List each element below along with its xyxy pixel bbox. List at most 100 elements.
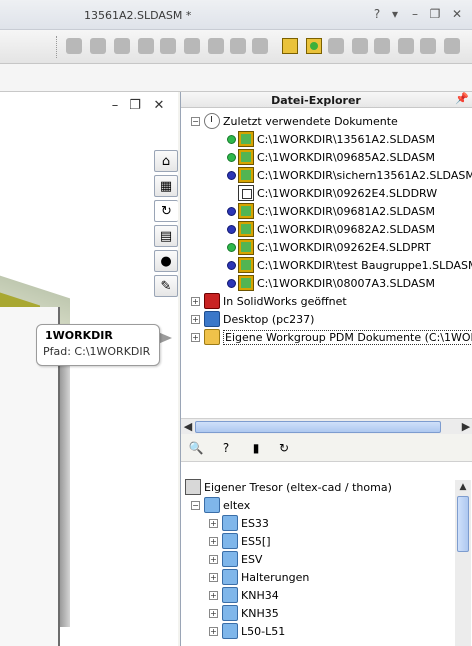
vertical-scrollbar[interactable]: ▲ — [455, 480, 471, 646]
vault-folder-item[interactable]: + KNH35 — [209, 604, 279, 622]
restore-icon[interactable]: ❐ — [428, 7, 442, 21]
recent-document-item[interactable]: C:\1WORKDIR\09685A2.SLDASM — [227, 148, 435, 166]
close-icon[interactable]: ✕ — [450, 7, 464, 21]
new-motion-study-icon[interactable] — [252, 38, 268, 54]
explode-line-sketch-icon[interactable] — [328, 38, 344, 54]
vault-folder-item[interactable]: + ES5[] — [209, 532, 271, 550]
tab-solidworks-resources[interactable]: ⌂ — [154, 150, 178, 172]
task-pane-tabs: ⌂ ▦ ↻ ▤ ● ✎ — [154, 150, 178, 300]
vault-folder-label: ES5[] — [241, 534, 271, 548]
viewport-minimize-icon[interactable]: – — [108, 98, 122, 113]
bill-of-materials-icon[interactable] — [282, 38, 298, 54]
assembly-features-icon[interactable] — [208, 38, 224, 54]
exploded-view-icon[interactable] — [306, 38, 322, 54]
tree-node-pdm-documents[interactable]: + Eigene Workgroup PDM Dokumente (C:\1WO… — [191, 328, 472, 346]
recent-document-item[interactable]: C:\1WORKDIR\09681A2.SLDASM — [227, 202, 435, 220]
refresh-icon[interactable]: ↻ — [275, 439, 293, 457]
collapse-icon[interactable]: − — [191, 500, 200, 510]
recent-document-path: C:\1WORKDIR\test Baugruppe1.SLDASM — [257, 258, 472, 272]
recent-document-item[interactable]: C:\1WORKDIR\test Baugruppe1.SLDASM — [227, 256, 472, 274]
tab-design-library[interactable]: ▦ — [154, 175, 178, 197]
vault-folder-item[interactable]: + KNH34 — [209, 586, 279, 604]
file-status-icon — [227, 206, 236, 216]
scroll-up-icon[interactable]: ▲ — [455, 480, 471, 494]
assembly-file-icon — [238, 257, 254, 273]
vault-folder-item[interactable]: + ESV — [209, 550, 262, 568]
interference-detection-icon[interactable] — [352, 38, 368, 54]
vault-view-icon[interactable]: 🔍 — [187, 439, 205, 457]
vault-folder-item[interactable]: + L50-L51 — [209, 622, 285, 640]
viewport-close-icon[interactable]: ✕ — [152, 98, 166, 113]
tab-appearances[interactable]: ● — [154, 250, 178, 272]
minimize-icon[interactable]: – — [408, 7, 422, 21]
recent-document-item[interactable]: C:\1WORKDIR\09682A2.SLDASM — [227, 220, 435, 238]
recent-document-item[interactable]: C:\1WORKDIR\08007A3.SLDASM — [227, 274, 435, 292]
expand-icon[interactable]: + — [191, 296, 200, 306]
speedpak-icon[interactable] — [444, 38, 460, 54]
expand-icon[interactable]: + — [209, 536, 218, 546]
recent-document-path: C:\1WORKDIR\09685A2.SLDASM — [257, 150, 435, 164]
recent-document-item[interactable]: C:\1WORKDIR\sichern13561A2.SLDASM — [227, 166, 472, 184]
expand-icon[interactable]: + — [209, 590, 218, 600]
expand-icon[interactable]: + — [209, 626, 218, 636]
insert-component-icon[interactable] — [66, 38, 82, 54]
recent-document-path: C:\1WORKDIR\13561A2.SLDASM — [257, 132, 435, 146]
expand-icon[interactable]: + — [209, 572, 218, 582]
hole-alignment-icon[interactable] — [398, 38, 414, 54]
tree-node-recent[interactable]: − Zuletzt verwendete Dokumente — [191, 112, 398, 130]
mate-icon[interactable] — [90, 38, 106, 54]
drawing-file-icon — [238, 185, 254, 201]
title-bar: 13561A2.SLDASM * ? ▾ – ❐ ✕ — [0, 0, 472, 30]
collapse-icon[interactable]: − — [191, 116, 200, 126]
recent-document-item[interactable]: C:\1WORKDIR\09262E4.SLDDRW — [227, 184, 437, 202]
pdm-toolbar: 🔍 ? ▮ ↻ — [181, 434, 472, 462]
expand-icon[interactable]: + — [209, 518, 218, 528]
scroll-left-icon[interactable]: ◀ — [181, 419, 195, 435]
folder-icon — [222, 605, 238, 621]
recent-document-item[interactable]: C:\1WORKDIR\13561A2.SLDASM — [227, 130, 435, 148]
expand-icon[interactable]: + — [191, 314, 200, 324]
vault-folder-label: Halterungen — [241, 570, 310, 584]
tab-file-explorer[interactable]: ↻ — [154, 200, 178, 222]
panel-title: Datei-Explorer — [271, 94, 361, 107]
desktop-icon — [204, 311, 220, 327]
save-vault-icon[interactable]: ▮ — [247, 439, 265, 457]
tab-custom-properties[interactable]: ✎ — [154, 275, 178, 297]
vault-company-node[interactable]: − eltex — [191, 496, 250, 514]
file-status-icon — [227, 224, 236, 234]
horizontal-scroll-thumb[interactable] — [195, 421, 441, 433]
pattern-icon[interactable] — [114, 38, 130, 54]
expand-icon[interactable]: + — [209, 554, 218, 564]
horizontal-scrollbar[interactable]: ◀ ▶ — [181, 418, 472, 434]
rotate-component-icon[interactable] — [184, 38, 200, 54]
viewport-restore-icon[interactable]: ❐ — [128, 98, 142, 113]
pin-icon[interactable]: 📌 — [455, 92, 469, 105]
reference-geometry-icon[interactable] — [230, 38, 246, 54]
file-status-icon — [227, 260, 236, 270]
tree-node-open-in-sw[interactable]: + In SolidWorks geöffnet — [191, 292, 347, 310]
tree-node-desktop[interactable]: + Desktop (pc237) — [191, 310, 314, 328]
custom-properties-icon: ✎ — [160, 278, 172, 294]
document-info-icon[interactable]: ? — [217, 439, 235, 457]
smart-fasteners-icon[interactable] — [138, 38, 154, 54]
vertical-scroll-thumb[interactable] — [457, 496, 469, 552]
vault-root[interactable]: Eigener Tresor (eltex-cad / thoma) — [185, 478, 392, 496]
vault-folder-item[interactable]: + Halterungen — [209, 568, 309, 586]
clearance-verification-icon[interactable] — [374, 38, 390, 54]
help-dropdown-icon[interactable]: ▾ — [388, 7, 402, 21]
recent-document-item[interactable]: C:\1WORKDIR\09262E4.SLDPRT — [227, 238, 431, 256]
move-component-icon[interactable] — [160, 38, 176, 54]
help-icon[interactable]: ? — [370, 7, 384, 21]
tab-view-palette[interactable]: ▤ — [154, 225, 178, 247]
expand-icon[interactable]: + — [191, 332, 200, 342]
expand-icon[interactable]: + — [209, 608, 218, 618]
vault-folder-item[interactable]: + ES33 — [209, 514, 269, 532]
folder-icon — [222, 533, 238, 549]
part-file-icon — [238, 239, 254, 255]
scroll-right-icon[interactable]: ▶ — [459, 419, 472, 435]
model-side-face — [60, 327, 70, 627]
file-explorer-icon: ↻ — [161, 203, 172, 219]
instant3d-icon[interactable] — [420, 38, 436, 54]
graphics-viewport[interactable]: – ❐ ✕ — [0, 92, 178, 646]
pdm-documents-label: Eigene Workgroup PDM Dokumente (C:\1WORK… — [223, 329, 472, 345]
